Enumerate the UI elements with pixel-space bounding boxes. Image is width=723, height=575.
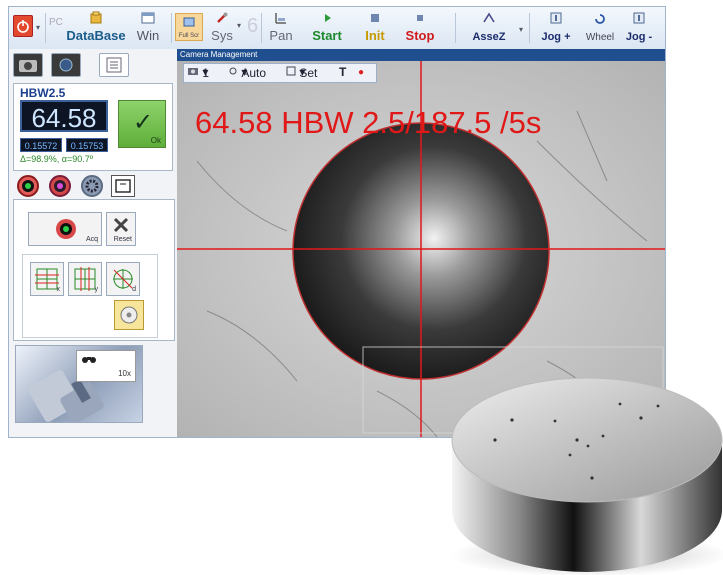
measurement-panel: HBW2.5 64.58 0.15572 0.15753 Δ=98.9%, α=… xyxy=(13,83,173,171)
reset-button[interactable]: Reset xyxy=(106,212,136,246)
init-button[interactable]: Init xyxy=(359,9,391,47)
jog-down-icon xyxy=(633,12,645,24)
mode-auto-tab[interactable] xyxy=(17,175,39,197)
measure-x-button[interactable]: x xyxy=(30,262,64,296)
app-window: ▾ PC DataBase Win Full Scr Sys ▾ 6 Pan S… xyxy=(8,6,666,438)
camera-select[interactable]: 1 ▾ xyxy=(187,65,209,80)
reset-icon xyxy=(113,217,129,233)
tools-panel: Acq Reset x y d xyxy=(13,199,175,341)
database-button[interactable]: DataBase xyxy=(63,9,129,47)
hardness-value-display: 64.58 xyxy=(20,100,108,133)
disc-icon xyxy=(120,306,138,324)
hardness-overlay-text: 64.58 HBW 2.5/187.5 /5s xyxy=(195,105,542,140)
camera-icon xyxy=(19,60,37,72)
list-icon xyxy=(106,57,122,73)
camera-small-icon xyxy=(188,68,198,75)
stop-button[interactable]: Stop xyxy=(401,9,439,47)
acquire-button[interactable]: Acq xyxy=(28,212,102,246)
camera-panel-title: Camera Management xyxy=(177,49,665,61)
indent-icon xyxy=(59,58,73,72)
jog-plus-button[interactable]: Jog + xyxy=(533,9,579,47)
diagonal-d2: 0.15753 xyxy=(66,138,108,152)
set-select[interactable]: Set ▾ xyxy=(286,65,317,80)
hardness-scale-label: HBW2.5 xyxy=(20,86,66,100)
toolbar: ▾ PC DataBase Win Full Scr Sys ▾ 6 Pan S… xyxy=(9,7,665,50)
wrench-icon xyxy=(217,12,228,23)
wheel-button[interactable]: Wheel xyxy=(583,9,617,47)
text-tool-button[interactable]: T xyxy=(339,65,346,79)
binoculars-icon xyxy=(82,357,96,363)
assez-dropdown-icon[interactable]: ▾ xyxy=(519,25,523,34)
full-screen-icon xyxy=(183,17,195,27)
mode-manual-tab[interactable] xyxy=(49,175,71,197)
settings-tab[interactable] xyxy=(81,175,103,197)
tab-indent[interactable] xyxy=(51,53,81,77)
sys-dropdown-icon[interactable]: ▾ xyxy=(237,21,241,30)
objective-thumbnail[interactable]: 10x xyxy=(15,345,143,423)
camera-panel: Camera Management 1 ▾ Auto ▾ Set ▾ T ● 6… xyxy=(177,49,665,438)
wheel-icon xyxy=(595,14,605,24)
edit-icon[interactable]: 6 xyxy=(247,15,258,38)
power-icon xyxy=(17,20,29,33)
database-icon xyxy=(90,11,102,24)
init-icon xyxy=(371,14,379,22)
jog-up-icon xyxy=(550,12,562,24)
measure-y-button[interactable]: y xyxy=(68,262,102,296)
gear-icon xyxy=(85,179,99,193)
auto-select[interactable]: Auto ▾ xyxy=(228,65,266,80)
assez-button[interactable]: AsseZ xyxy=(465,9,513,47)
auto-mode-icon xyxy=(22,180,34,192)
window-icon xyxy=(141,12,155,24)
delta-alpha-text: Δ=98.9%, α=90.7º xyxy=(20,154,94,164)
autofocus-icon xyxy=(115,179,131,193)
settings-small-icon xyxy=(286,66,296,76)
jog-minus-button[interactable]: Jog - xyxy=(619,9,659,47)
disc-button[interactable] xyxy=(114,300,144,330)
diagonal-d1: 0.15572 xyxy=(20,138,62,152)
check-icon: ✓ xyxy=(133,109,154,136)
ok-button[interactable]: ✓ Ok xyxy=(118,100,166,148)
autofocus-tab[interactable] xyxy=(111,175,135,197)
app-menu-button[interactable] xyxy=(13,15,33,37)
pc-icon[interactable]: PC xyxy=(49,17,63,28)
magnification-label: 10x xyxy=(118,369,131,378)
pan-button[interactable]: Pan xyxy=(265,9,297,47)
camera-toolbar: 1 ▾ Auto ▾ Set ▾ T ● xyxy=(183,63,377,83)
record-icon[interactable]: ● xyxy=(358,67,364,78)
win-button[interactable]: Win xyxy=(131,9,165,47)
acquire-icon xyxy=(56,219,76,239)
objective-badge: 10x xyxy=(76,350,136,382)
tab-list[interactable] xyxy=(99,53,129,77)
brightness-icon xyxy=(229,67,237,75)
measure-d-button[interactable]: d xyxy=(106,262,140,296)
manual-mode-icon xyxy=(54,180,66,192)
app-menu-dropdown-icon[interactable]: ▾ xyxy=(36,23,40,32)
sys-button[interactable]: Sys xyxy=(207,9,237,47)
tab-camera[interactable] xyxy=(13,53,43,77)
full-screen-button[interactable]: Full Scr xyxy=(175,13,203,41)
pan-icon xyxy=(275,13,286,24)
stop-icon xyxy=(417,15,423,21)
left-panel: HBW2.5 64.58 0.15572 0.15753 Δ=98.9%, α=… xyxy=(9,49,178,437)
assez-icon xyxy=(483,12,495,23)
play-icon xyxy=(325,14,331,22)
start-button[interactable]: Start xyxy=(307,9,347,47)
